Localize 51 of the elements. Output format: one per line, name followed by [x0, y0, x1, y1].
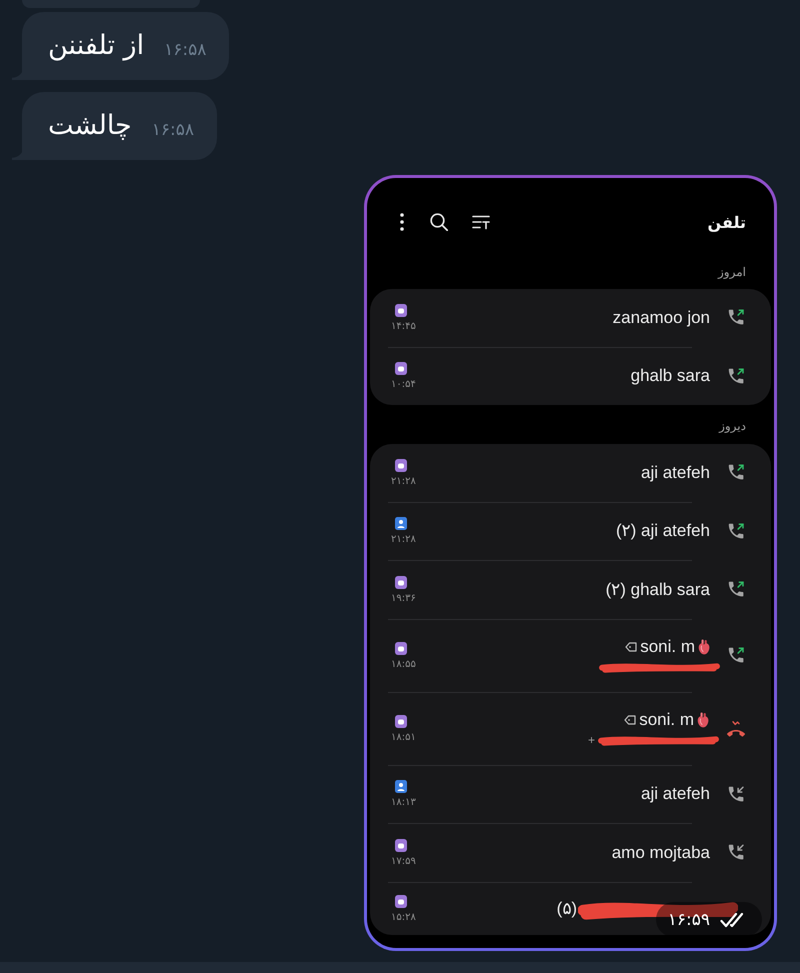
sim-icon: [395, 458, 407, 472]
call-time: ۱۴:۴۵: [391, 320, 416, 332]
call-time: ۲۱:۲۸: [391, 476, 416, 487]
sim-icon: [395, 894, 407, 908]
message-time: ۱۶:۵۹: [668, 910, 710, 930]
contact-name: aji atefeh: [641, 784, 710, 804]
app-title: تلفن: [708, 212, 746, 232]
search-icon[interactable]: [430, 213, 448, 231]
message-time: ۱۶:۵۸: [164, 40, 206, 60]
call-time: ۲۱:۲۸: [391, 534, 416, 546]
sim-icon: [395, 642, 407, 654]
contact-name: amo mojtaba: [612, 842, 710, 863]
outgoing-call-icon: [728, 647, 745, 664]
contact-name: (۲) ghalb sara: [606, 580, 710, 600]
contact-name: ghalb sara: [630, 366, 710, 386]
outgoing-call-icon: [728, 368, 745, 385]
outgoing-call-icon: [728, 309, 745, 326]
message-text: چالشت: [48, 110, 132, 142]
call-time: ۱۸:۵۱: [391, 732, 416, 742]
contact-icon: [395, 517, 407, 530]
message-text: از تلفننن: [48, 30, 144, 62]
contact-name: (۵): [556, 898, 577, 918]
contact-name: soni. m: [640, 637, 695, 657]
call-time: ۱۵:۲۸: [391, 912, 416, 922]
outgoing-call-icon: [728, 581, 745, 598]
section-label: امروز: [718, 265, 746, 279]
outgoing-call-icon: [728, 464, 745, 482]
sim-icon: [395, 304, 407, 317]
contact-name: (۲) aji atefeh: [616, 521, 710, 542]
sim-icon: [395, 838, 407, 852]
call-time: ۱۷:۵۹: [391, 856, 416, 867]
call-time: ۱۸:۵۵: [391, 658, 416, 670]
sim-icon: [395, 362, 407, 376]
message-time: ۱۶:۵۸: [152, 120, 194, 140]
contact-name: aji atefeh: [641, 462, 710, 483]
outgoing-call-icon: [728, 522, 745, 540]
contact-name: soni. m: [639, 710, 694, 730]
call-time: ۱۹:۳۶: [391, 592, 416, 604]
incoming-call-icon: [728, 844, 745, 862]
call-time: ۱۸:۱۳: [391, 797, 416, 808]
contact-name: zanamoo jon: [612, 308, 710, 328]
more-icon[interactable]: [400, 213, 404, 231]
incoming-call-icon: [728, 786, 745, 803]
section-label: دیروز: [719, 419, 746, 433]
sim-icon: [395, 576, 407, 589]
missed-call-icon: [727, 720, 745, 737]
contact-icon: [395, 780, 407, 794]
filter-icon[interactable]: [472, 214, 490, 230]
phone-number: +: [588, 733, 595, 747]
call-time: ۱۰:۵۴: [391, 379, 416, 390]
sim-icon: [395, 714, 407, 728]
